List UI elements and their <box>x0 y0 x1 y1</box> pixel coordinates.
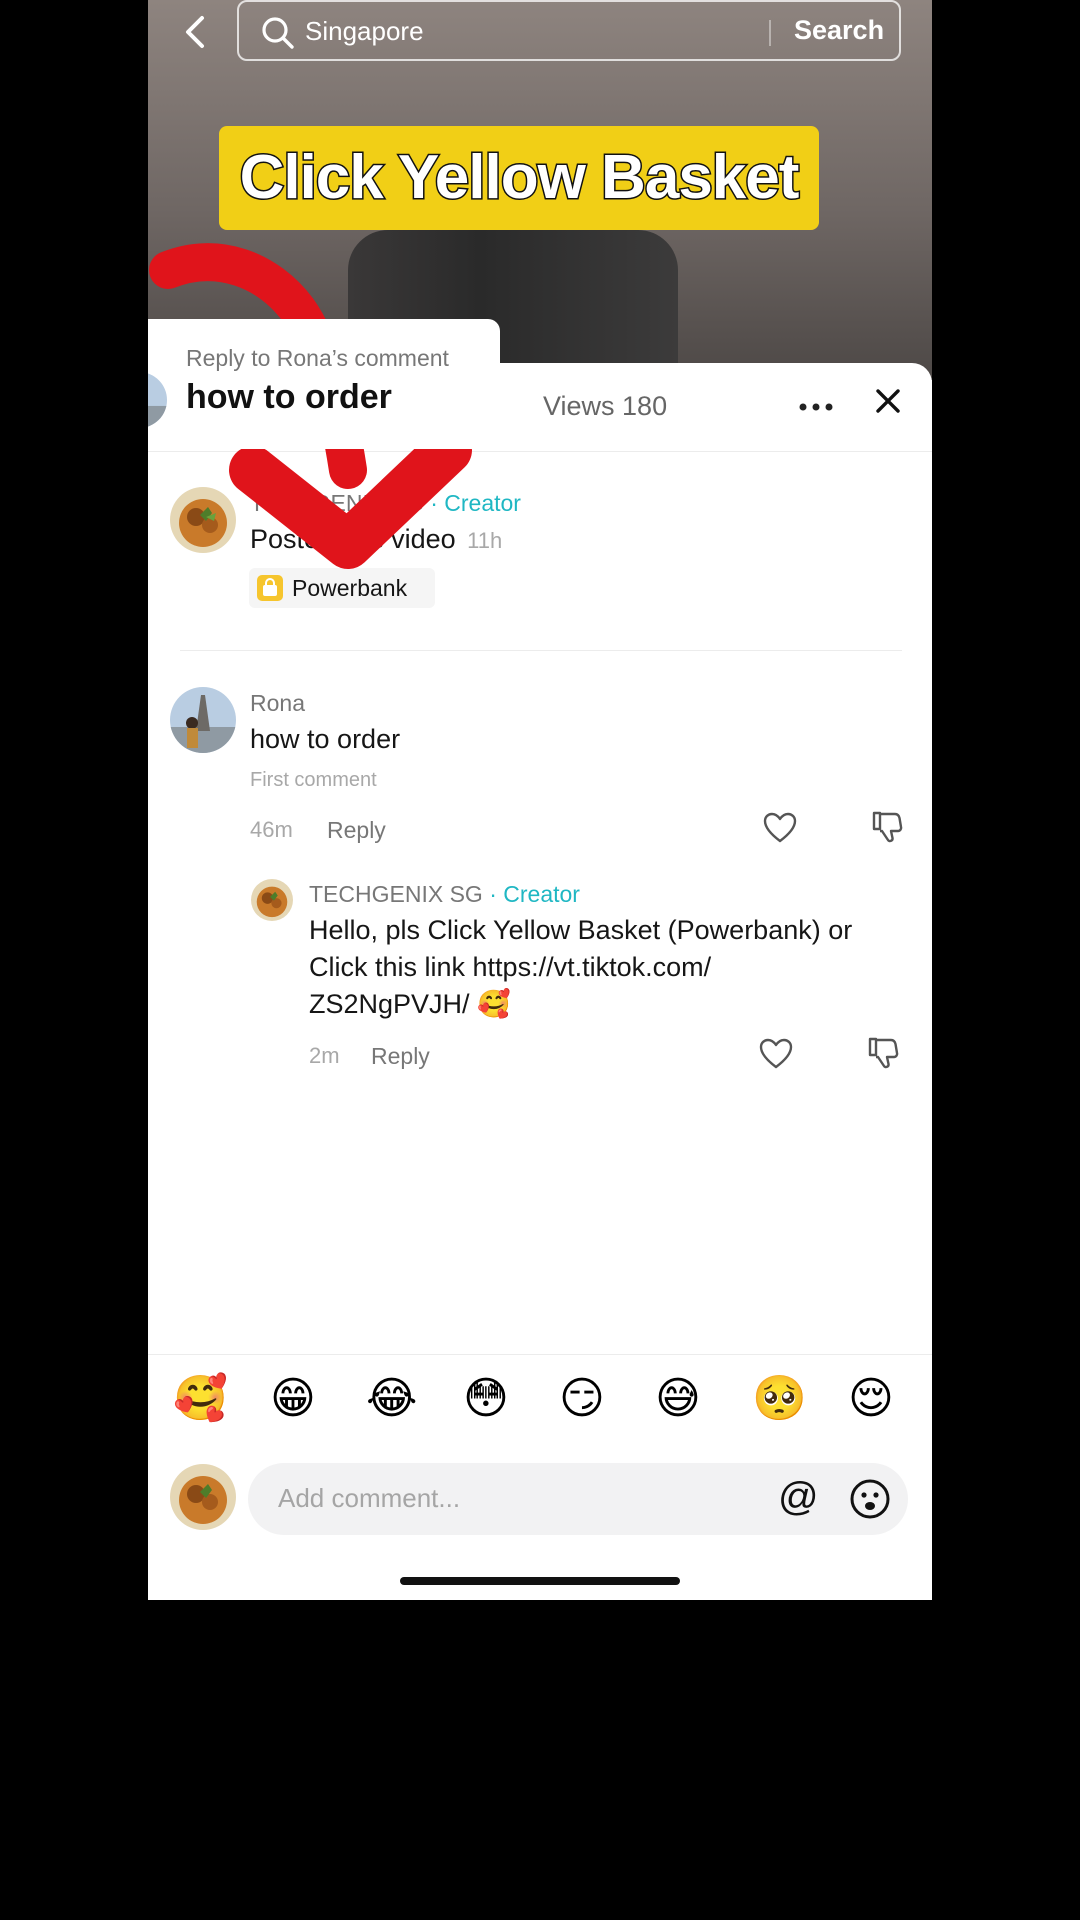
reply-text-line[interactable]: ZS2NgPVJH/ 🥰 <box>309 986 852 1023</box>
search-box[interactable]: Singapore Search <box>237 0 901 61</box>
rona-avatar[interactable] <box>170 687 236 753</box>
emoji-button[interactable]: 😌 <box>848 1373 894 1425</box>
emoji-picker-icon[interactable] <box>848 1477 892 1521</box>
comment-placeholder: Add comment... <box>278 1483 461 1513</box>
search-button[interactable]: Search <box>794 15 884 46</box>
popup-avatar <box>148 372 167 428</box>
post-time: 11h <box>467 528 503 553</box>
more-icon[interactable] <box>798 363 834 423</box>
reply-avatar[interactable] <box>251 879 293 921</box>
app-screen: Singapore Search Click Yellow Basket Vie… <box>148 0 932 1600</box>
popup-title: Reply to Rona’s comment <box>186 345 449 371</box>
emoji-button[interactable]: 🥰 <box>173 1373 228 1425</box>
first-comment-tag: First comment <box>250 769 377 791</box>
post-author-line: TECHGENIX SG · Creator <box>250 490 521 517</box>
search-query[interactable]: Singapore <box>305 16 424 47</box>
emoji-button[interactable]: 😅 <box>655 1373 701 1425</box>
search-divider <box>769 20 771 46</box>
video-banner: Click Yellow Basket <box>219 126 819 230</box>
dislike-icon[interactable] <box>866 1035 900 1071</box>
reply-button[interactable]: Reply <box>327 817 386 844</box>
shopping-bag-icon <box>257 575 283 601</box>
creator-badge: · Creator <box>430 490 521 516</box>
post-text: Posted this video <box>250 524 456 554</box>
reply-popup[interactable]: Reply to Rona’s comment how to order <box>148 319 500 449</box>
my-avatar[interactable] <box>170 1464 236 1530</box>
close-icon[interactable] <box>870 383 906 419</box>
reply-text: Hello, pls Click Yellow Basket (Powerban… <box>309 912 852 1023</box>
divider <box>180 650 902 651</box>
post-text-line: Posted this video 11h <box>250 521 502 559</box>
emoji-quick-bar: 🥰 😁 😂 😳 😏 😅 🥺 😌 <box>148 1354 932 1445</box>
product-label[interactable]: Powerbank <box>292 575 407 602</box>
food-avatar-icon <box>251 879 293 921</box>
banner-text: Click Yellow Basket <box>238 142 801 214</box>
emoji-button[interactable]: 😳 <box>463 1373 509 1425</box>
emoji-button[interactable]: 😂 <box>366 1373 417 1425</box>
reply-time: 2m <box>309 1043 340 1068</box>
emoji-button[interactable]: 😏 <box>559 1373 605 1425</box>
reply-button[interactable]: Reply <box>371 1043 430 1070</box>
views-count[interactable]: Views 180 <box>543 391 667 422</box>
creator-avatar[interactable] <box>170 487 236 553</box>
comment-author[interactable]: Rona <box>250 690 305 717</box>
mention-button[interactable]: @ <box>778 1475 819 1519</box>
home-indicator <box>400 1577 680 1585</box>
search-icon <box>262 17 294 49</box>
product-anchor[interactable]: Powerbank <box>249 568 435 608</box>
top-bar: Singapore Search <box>148 0 932 64</box>
chevron-left-icon <box>186 16 204 48</box>
comment-text: how to order <box>250 724 401 754</box>
dislike-icon[interactable] <box>870 809 904 845</box>
comment-time: 46m <box>250 817 293 842</box>
back-button[interactable] <box>178 10 218 54</box>
emoji-button[interactable]: 🥺 <box>752 1373 807 1425</box>
heart-icon[interactable] <box>762 811 798 845</box>
post-author[interactable]: TECHGENIX SG <box>250 490 424 516</box>
emoji-button[interactable]: 😁 <box>270 1373 316 1425</box>
comment-sheet: Views 180 TECHGENIX SG · Creator Posted … <box>148 363 932 1600</box>
reply-text-line: Hello, pls Click Yellow Basket (Powerban… <box>309 915 853 945</box>
heart-icon[interactable] <box>758 1037 794 1071</box>
reply-text-line[interactable]: Click this link https://vt.tiktok.com/ <box>309 949 852 986</box>
creator-badge: · Creator <box>489 881 580 907</box>
comment-input[interactable]: Add comment... @ <box>248 1463 908 1535</box>
food-avatar-icon <box>170 1464 236 1530</box>
user-photo-icon <box>170 687 236 753</box>
reply-author-line: TECHGENIX SG · Creator <box>309 881 580 908</box>
user-photo-icon <box>148 372 167 428</box>
reply-author[interactable]: TECHGENIX SG <box>309 881 483 907</box>
food-avatar-icon <box>170 487 236 553</box>
popup-comment: how to order <box>186 378 392 416</box>
